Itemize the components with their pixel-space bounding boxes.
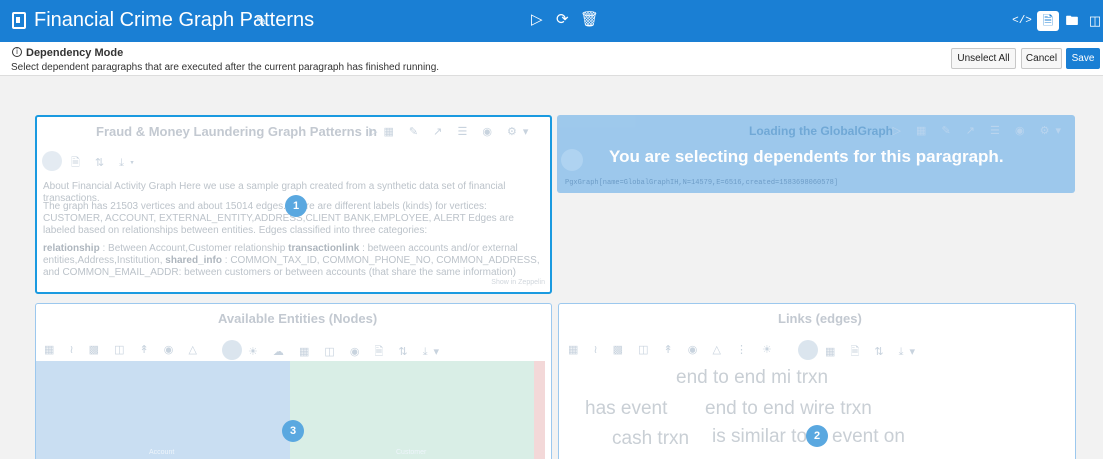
paragraph-available-entities[interactable]: Available Entities (Nodes) ▦ ≀ ▩ ◫ ↟ ◉ △…: [35, 303, 552, 459]
play-icon[interactable]: ▷: [531, 11, 543, 29]
paragraph-toolbar: ▷⁡▦ ✎ ↗ ☰ ◉ ⚙▾: [369, 126, 535, 138]
paragraph-fraud-patterns[interactable]: Fraud & Money Laundering Graph Patterns …: [35, 115, 552, 294]
shared-info-label: shared_info: [165, 255, 222, 266]
notebook-header: Financial Crime Graph Patterns ✎ ▷ ⟳ 🗑 <…: [0, 0, 1103, 42]
paragraph-title: Links (edges): [778, 311, 862, 326]
dependency-mode-label: Dependency Mode: [26, 47, 124, 59]
code-icon[interactable]: </>: [1011, 10, 1033, 32]
trash-icon[interactable]: 🗑: [580, 11, 599, 29]
word-end-to-end-mi-trxn: end to end mi trxn: [676, 367, 829, 388]
dependency-description: Select dependent paragraphs that are exe…: [11, 62, 440, 73]
edit-title-icon[interactable]: ✎: [256, 13, 267, 29]
paragraph-links-edges[interactable]: Links (edges) ▦ ≀ ▩ ◫ ↟ ◉ △ ⋮ ☀ ▦ 🗎 ⇅ ⤓▾…: [558, 303, 1076, 459]
notebook-title[interactable]: Financial Crime Graph Patterns: [34, 9, 314, 32]
info-icon: i: [12, 47, 22, 57]
paragraph-title: Available Entities (Nodes): [218, 311, 378, 326]
dependency-mode-bar: i Dependency Mode Select dependent parag…: [0, 42, 1103, 76]
bar-label-customer: Customer: [396, 449, 427, 456]
network-view-icon[interactable]: [222, 340, 242, 360]
chart-toolbar: ▦ ≀ ▩ ◫ ↟ ◉ △ ⋮ ☀: [568, 344, 778, 356]
bar-customer: [290, 361, 534, 459]
dependency-order-badge[interactable]: 3: [282, 420, 304, 442]
split-view-icon[interactable]: ◫: [1084, 10, 1103, 32]
paragraph-toolbar: ▷ ▦ ✎ ↗ ☰ ◉ ⚙▾: [892, 125, 1067, 137]
chart-toolbar-2: ☀ ☁ ▦ ◫ ◉ 🗎 ⇅ ⤓▾: [248, 346, 446, 358]
chart-toolbar: ▦ ≀ ▩ ◫ ↟ ◉ △: [44, 344, 203, 356]
word-has-event: has event: [585, 398, 668, 419]
refresh-icon[interactable]: ⟳: [556, 11, 569, 29]
bar-other: [534, 361, 545, 459]
paragraph-output: PgxGraph[name=GlobalGraphIH,N=14579,E=65…: [565, 179, 839, 187]
report-icon[interactable]: 🗎: [1037, 11, 1059, 31]
wordcloud-view-icon[interactable]: [798, 340, 818, 360]
chart-toolbar-2: ▦ 🗎 ⇅ ⤓▾: [825, 346, 922, 358]
relationship-text: : Between Account,Customer relationship: [102, 243, 286, 254]
word-cash-trxn: cash trxn: [612, 428, 690, 449]
cancel-button[interactable]: Cancel: [1021, 48, 1062, 69]
paragraph-title: Fraud & Money Laundering Graph Patterns …: [96, 124, 377, 139]
paragraph-text-categories: relationship : Between Account,Customer …: [43, 243, 548, 279]
show-in-zeppelin-link[interactable]: Show in Zeppelin: [491, 277, 545, 289]
output-circle-icon: [561, 149, 583, 171]
dependency-order-badge[interactable]: 2: [806, 425, 828, 447]
selecting-dependents-message: You are selecting dependents for this pa…: [609, 147, 1004, 166]
dependency-order-badge[interactable]: 1: [285, 195, 307, 217]
word-end-to-end-wire-trxn: end to end wire trxn: [705, 398, 872, 419]
paragraph-title: Loading the GlobalGraph: [749, 124, 893, 138]
save-button[interactable]: Save: [1066, 48, 1100, 69]
folder-icon[interactable]: 🖿: [1061, 10, 1083, 32]
word-is-similar-to: is similar to: [712, 426, 808, 447]
bar-account: [36, 361, 290, 459]
word-event-on: event on: [832, 426, 905, 447]
chart-toolbar: 🗎 ⇅ ⤓▾: [71, 157, 141, 169]
paragraph-loading-globalgraph: Loading the GlobalGraph ▷ ▦ ✎ ↗ ☰ ◉ ⚙▾ Y…: [557, 115, 1075, 193]
bar-label-account: Account: [149, 449, 175, 456]
relationship-label: relationship: [43, 243, 100, 254]
notebook-icon: [12, 12, 26, 29]
transactionlink-label: transactionlink: [288, 243, 360, 254]
unselect-all-button[interactable]: Unselect All: [951, 48, 1016, 69]
table-view-icon[interactable]: [42, 151, 62, 171]
